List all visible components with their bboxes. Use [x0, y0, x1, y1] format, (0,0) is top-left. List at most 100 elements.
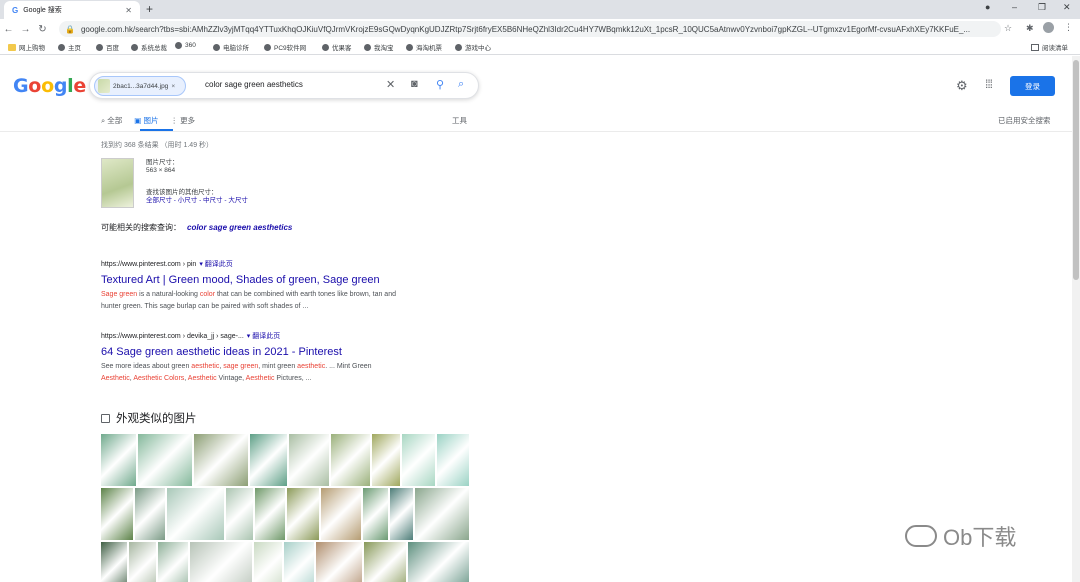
similar-image[interactable] [364, 542, 406, 582]
similar-image[interactable] [158, 542, 188, 582]
similar-image[interactable] [372, 434, 400, 486]
similar-image[interactable] [254, 542, 282, 582]
tools-button[interactable]: 工具 [452, 115, 467, 126]
remove-image-icon[interactable]: × [171, 83, 175, 90]
close-tab-icon[interactable]: ✕ [125, 6, 132, 15]
scrollbar-thumb[interactable] [1073, 60, 1079, 280]
similar-image[interactable] [401, 434, 436, 486]
extensions-icon[interactable]: ✱ [1026, 23, 1034, 34]
profile-avatar[interactable] [1043, 22, 1054, 33]
similar-image[interactable] [190, 542, 252, 582]
similar-image[interactable] [363, 488, 388, 540]
similar-image[interactable] [129, 542, 156, 582]
url-text: google.com.hk/search?tbs=sbi:AMhZZlv3yjM… [80, 24, 971, 34]
related-search: 可能相关的搜索查询： color sage green aesthetics [101, 223, 293, 232]
bookmark-item[interactable]: 我淘宝 [364, 42, 394, 52]
similar-image[interactable] [316, 542, 362, 582]
image-chip[interactable]: 2bac1...3a7d44.jpg × [94, 76, 186, 96]
similar-image[interactable] [101, 542, 127, 582]
translate-link[interactable]: ▾ 翻译此页 [247, 333, 280, 340]
minimize-icon[interactable]: – [1012, 2, 1017, 12]
similar-image[interactable] [249, 434, 288, 486]
close-window-icon[interactable]: ✕ [1063, 2, 1071, 13]
related-query-link[interactable]: color sage green aesthetics [187, 223, 292, 232]
menu-icon[interactable]: ⋮ [1064, 22, 1073, 33]
google-logo[interactable]: Google [13, 75, 86, 97]
browser-tab[interactable]: G Google 搜索 ✕ [4, 1, 140, 19]
bookmark-item[interactable]: 网上购物 [8, 42, 45, 52]
similar-image[interactable] [166, 488, 224, 540]
similar-image[interactable] [137, 434, 192, 486]
other-sizes-info: 查找该图片的其他尺寸： 全部尺寸 - 小尺寸 - 中尺寸 - 大尺寸 [146, 189, 248, 204]
bookmark-item[interactable]: 电脑诊所 [213, 42, 249, 52]
result-url[interactable]: https://www.pinterest.com › pin ▾ 翻译此页 [101, 259, 451, 269]
record-icon[interactable]: ● [985, 2, 990, 12]
bookmark-item[interactable]: 系统总裁 [131, 42, 167, 52]
image-icon [101, 413, 110, 423]
result-stats: 找到约 368 条结果 （用时 1.49 秒） [101, 142, 214, 149]
image-thumbnail-icon [98, 79, 110, 93]
globe-icon [175, 42, 182, 49]
new-tab-icon[interactable]: + [146, 2, 153, 16]
result-title[interactable]: 64 Sage green aesthetic ideas in 2021 - … [101, 346, 451, 358]
search-icon[interactable]: ⌕ [458, 78, 464, 91]
image-size-info: 图片尺寸： 563 × 864 [146, 159, 179, 174]
tab-more[interactable]: ⋮ 更多 [170, 115, 195, 126]
similar-image[interactable] [225, 488, 254, 540]
result-url[interactable]: https://www.pinterest.com › devika_jj › … [101, 331, 451, 341]
search-input[interactable]: color sage green aesthetics [205, 80, 303, 89]
result-snippet: See more ideas about green aesthetic, sa… [101, 363, 372, 382]
bookmark-item[interactable]: PC9软件网 [264, 42, 306, 52]
camera-icon[interactable]: ◙ [411, 78, 418, 90]
similar-image[interactable] [414, 488, 469, 540]
address-bar[interactable]: 🔒 google.com.hk/search?tbs=sbi:AMhZZlv3y… [59, 21, 1001, 37]
similar-image[interactable] [287, 488, 319, 540]
bookmark-item[interactable]: 360 [175, 42, 196, 49]
similar-image[interactable] [389, 488, 413, 540]
globe-icon [322, 43, 329, 51]
result-snippet: Sage green is a natural-looking color th… [101, 291, 396, 310]
similar-image[interactable] [284, 542, 314, 582]
similar-image[interactable] [101, 488, 134, 540]
image-row [101, 434, 469, 486]
clear-icon[interactable]: ✕ [386, 78, 395, 91]
safe-search-label[interactable]: 已启用安全搜索 [998, 115, 1051, 126]
globe-icon [406, 43, 413, 51]
image-row [101, 488, 469, 540]
globe-icon [96, 43, 103, 51]
bookmark-item[interactable]: 海淘机票 [406, 42, 442, 52]
reload-icon[interactable]: ↻ [34, 24, 51, 35]
bookmark-item[interactable]: 游戏中心 [455, 42, 491, 52]
tab-images[interactable]: ▣ 图片 [134, 115, 158, 126]
similar-image[interactable] [289, 434, 329, 486]
similar-image[interactable] [101, 434, 136, 486]
bookmark-item[interactable]: 优果客 [322, 42, 352, 52]
bookmark-item[interactable]: 百度 [96, 42, 119, 52]
login-button[interactable]: 登录 [1010, 76, 1055, 96]
microphone-icon[interactable]: ⚲ [436, 78, 444, 91]
similar-image[interactable] [320, 488, 362, 540]
star-icon[interactable]: ☆ [1004, 23, 1012, 34]
similar-image[interactable] [408, 542, 469, 582]
tab-all[interactable]: ⌕ 全部 [101, 115, 122, 126]
translate-link[interactable]: ▾ 翻译此页 [199, 261, 232, 268]
similar-images-grid [101, 434, 469, 582]
similar-image[interactable] [437, 434, 469, 486]
other-sizes-links[interactable]: 全部尺寸 - 小尺寸 - 中尺寸 - 大尺寸 [146, 197, 248, 204]
apps-grid-icon[interactable]: ⁞⁞⁞ [985, 77, 993, 91]
globe-icon [364, 43, 371, 51]
forward-icon[interactable]: → [17, 24, 34, 35]
similar-image[interactable] [193, 434, 248, 486]
restore-icon[interactable]: ❐ [1038, 2, 1046, 13]
similar-image[interactable] [135, 488, 165, 540]
tab-title: Google 搜索 [23, 7, 62, 14]
search-box[interactable]: 2bac1...3a7d44.jpg × color sage green ae… [89, 72, 479, 99]
similar-image[interactable] [330, 434, 371, 486]
similar-image[interactable] [255, 488, 286, 540]
reading-list[interactable]: 阅读清单 [1031, 42, 1068, 52]
bookmark-item[interactable]: 主页 [58, 42, 81, 52]
result-title[interactable]: Textured Art | Green mood, Shades of gre… [101, 274, 451, 286]
back-icon[interactable]: ← [0, 24, 17, 35]
settings-gear-icon[interactable]: ⚙ [956, 78, 968, 94]
query-image-thumbnail[interactable] [101, 158, 134, 208]
